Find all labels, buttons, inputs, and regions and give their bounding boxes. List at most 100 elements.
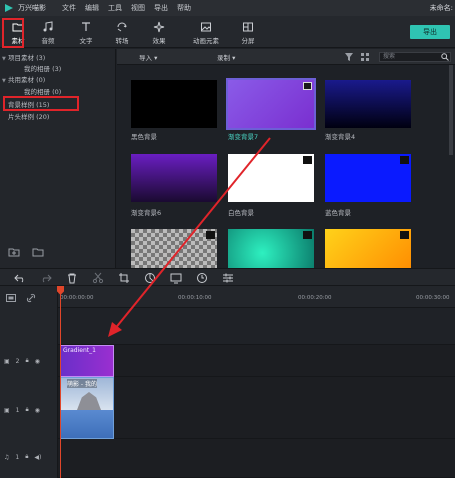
tree-item-label: 项目素材 (3)	[8, 54, 46, 62]
track-header-column: ▣ 2 🔒︎ ◉ ▣ 1 🔒︎ ◉ ♫ 1 🔒︎ ◀)	[0, 286, 58, 478]
playhead[interactable]	[60, 286, 61, 478]
record-label: 录制	[217, 54, 230, 62]
video-track-icon: ▣	[4, 357, 10, 365]
tab-transition-label: 转场	[115, 36, 129, 45]
export-button[interactable]: 导出	[410, 25, 450, 39]
track-1-controls: ▣ 1 🔒︎ ◉	[4, 406, 40, 414]
import-dropdown[interactable]: 导入 ▾	[139, 52, 157, 62]
tree-intro-samples[interactable]: 片头样例 (20)	[0, 111, 116, 121]
audio-track-icon: ♫	[4, 453, 10, 461]
snapshot-icon[interactable]	[170, 272, 182, 284]
thumb-gradient-background-4[interactable]	[325, 80, 411, 128]
video-clip[interactable]: 萌影 - 我的	[60, 377, 114, 439]
edit-tools-bar	[0, 268, 455, 286]
track-number: 1	[15, 406, 20, 414]
record-dropdown[interactable]: 录制 ▾	[217, 52, 235, 62]
eye-icon[interactable]: ◉	[35, 407, 40, 414]
tab-effects[interactable]: 效果	[141, 18, 177, 47]
cut-icon[interactable]	[92, 272, 104, 284]
track-2-controls: ▣ 2 🔒︎ ◉	[4, 357, 40, 365]
search-icon[interactable]	[441, 53, 449, 61]
redo-icon[interactable]	[40, 272, 52, 284]
clip-label: Gradient_1	[63, 347, 96, 354]
delete-icon[interactable]	[66, 272, 78, 284]
thumb-label: 黑色背景	[131, 133, 157, 141]
image-elements-icon	[201, 22, 211, 31]
tree-my-album-2[interactable]: 我的相册 (0)	[0, 86, 116, 96]
thumb-label: 渐变背景6	[131, 209, 162, 217]
media-library-panel: ▼ 项目素材 (3) 我的相册 (3) ▼ 共用素材 (0) 我的相册 (0) 背景…	[0, 49, 116, 268]
scrollbar[interactable]	[449, 65, 453, 155]
eye-icon[interactable]: ◉	[35, 358, 40, 365]
thumb-transparent-background[interactable]	[131, 229, 217, 268]
thumb-gradient-background-7[interactable]	[226, 78, 316, 130]
tree-my-album-1[interactable]: 我的相册 (3)	[0, 63, 116, 73]
menu-tools[interactable]: 工具	[108, 3, 122, 13]
video-track-1[interactable]	[58, 377, 455, 439]
tab-text[interactable]: 文字	[68, 18, 104, 47]
thumb-black-background[interactable]	[131, 80, 217, 128]
folder-outline-icon[interactable]	[32, 247, 44, 257]
tab-effects-label: 效果	[152, 36, 166, 45]
menu-help[interactable]: 帮助	[177, 3, 191, 13]
music-note-icon	[43, 20, 53, 31]
add-folder-icon[interactable]	[8, 247, 20, 257]
app-logo-icon	[5, 4, 13, 12]
thumb-label: 渐变背景7	[228, 133, 259, 141]
gradient-clip[interactable]: Gradient_1	[60, 345, 114, 377]
speaker-icon[interactable]: ◀)	[34, 454, 41, 461]
lock-icon[interactable]: 🔒︎	[26, 357, 29, 365]
tree-project-media[interactable]: ▼ 项目素材 (3)	[0, 52, 116, 62]
ruler-label: 00:00:10:00	[178, 295, 212, 301]
ruler-label: 00:00:30:00	[416, 295, 450, 301]
lock-icon[interactable]: 🔒︎	[25, 453, 28, 461]
background-samples-highlight-box	[3, 96, 79, 111]
download-icon[interactable]	[303, 156, 312, 164]
clip-waveform-area	[61, 410, 113, 438]
video-track-2[interactable]	[58, 345, 455, 377]
lock-icon[interactable]: 🔒︎	[26, 406, 29, 414]
thumb-yellow-gradient[interactable]	[325, 229, 411, 268]
menu-edit[interactable]: 编辑	[85, 3, 99, 13]
download-icon[interactable]	[206, 231, 215, 239]
chevron-down-icon: ▾	[154, 54, 158, 62]
thumb-white-background[interactable]	[228, 154, 314, 202]
link-icon[interactable]	[26, 293, 36, 303]
thumb-gradient-background-6[interactable]	[131, 154, 217, 202]
tab-transition[interactable]: 转场	[104, 18, 140, 47]
tab-elements[interactable]: 动画元素	[184, 18, 228, 47]
tree-shared-media[interactable]: ▼ 共用素材 (0)	[0, 74, 116, 84]
audio-mixer-icon[interactable]	[222, 272, 234, 284]
thumb-green-gradient[interactable]	[228, 229, 314, 268]
media-tab-highlight-box	[2, 18, 24, 48]
app-name: 万兴喵影	[18, 4, 46, 12]
color-icon[interactable]	[144, 272, 156, 284]
download-icon[interactable]	[303, 231, 312, 239]
download-icon[interactable]	[400, 231, 409, 239]
transition-icon	[117, 22, 127, 31]
tab-split-screen[interactable]: 分屏	[230, 18, 266, 47]
menu-export[interactable]: 导出	[154, 3, 168, 13]
title-bar: 万兴喵影 文件 编辑 工具 视图 导出 帮助 未命名:	[0, 0, 455, 16]
filter-icon[interactable]	[345, 53, 353, 61]
audio-track-1[interactable]	[58, 439, 455, 478]
tab-audio[interactable]: 音频	[30, 18, 66, 47]
tree-item-label: 我的相册 (3)	[24, 65, 62, 73]
video-track-icon: ▣	[4, 406, 10, 414]
split-screen-icon	[243, 22, 253, 31]
add-track-icon[interactable]	[6, 294, 16, 302]
thumb-label: 蓝色背景	[325, 209, 351, 217]
import-label: 导入	[139, 54, 152, 62]
panel-bottom-actions	[8, 247, 44, 257]
menu-view[interactable]: 视图	[131, 3, 145, 13]
speed-icon[interactable]	[196, 272, 208, 284]
crop-icon[interactable]	[118, 272, 130, 284]
download-icon[interactable]	[400, 156, 409, 164]
tab-audio-label: 音频	[41, 36, 55, 45]
edit-badge-icon	[303, 82, 312, 90]
menu-file[interactable]: 文件	[62, 3, 76, 13]
grid-view-icon[interactable]	[361, 53, 369, 61]
timeline-ruler[interactable]: 00:00:00:00 00:00:10:00 00:00:20:00 00:0…	[58, 286, 455, 308]
undo-icon[interactable]	[14, 272, 26, 284]
thumb-blue-background[interactable]	[325, 154, 411, 202]
